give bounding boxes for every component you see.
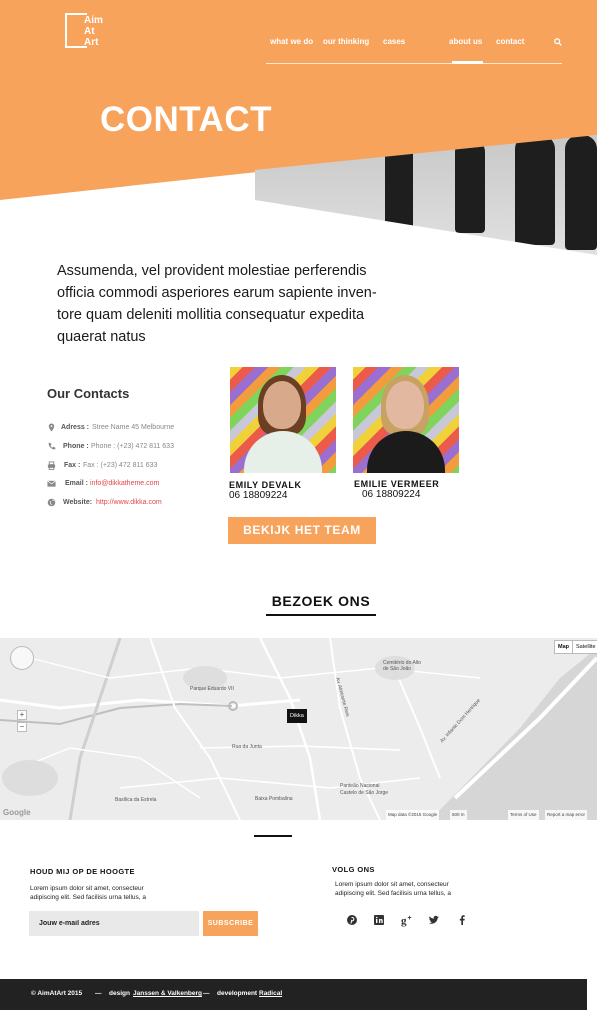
map-label: Castelo de São Jorge [340,790,389,796]
map-roads [0,638,597,820]
intro-text: Assumenda, vel provident molestiae perfe… [57,263,377,345]
team-name: EMILY DEVALK [229,480,302,490]
map-scale: 500 m [450,810,467,820]
design-credit-link[interactable]: Janssen & Valkenberg [133,990,202,997]
envelope-icon [47,480,56,487]
team-name: EMILIE VERMEER [354,479,440,489]
team-photo-emily-devalk [230,367,336,473]
design-label: design [109,990,130,997]
team-phone: 06 18809224 [362,489,421,500]
nav-active-indicator [452,61,483,64]
twitter-icon[interactable] [427,913,441,927]
follow-heading: VOLG ONS [332,865,375,874]
google-logo: Google [3,808,31,817]
map-label: Rua da Junta [232,744,262,750]
linkedin-icon[interactable] [372,913,386,927]
google-plus-icon[interactable]: g + [400,913,414,927]
nav-our-thinking[interactable]: our thinking [323,37,369,46]
nav-cases[interactable]: cases [383,37,405,46]
follow-text: Lorem ipsum dolor sit amet, consecteur a… [335,881,451,897]
view-team-button[interactable]: BEKIJK HET TEAM [228,517,376,544]
contacts-heading: Our Contacts [47,386,130,401]
location-map[interactable]: Parque Eduardo VII Cemitério do Alto de … [0,638,597,820]
map-label: Panteão Nacional [340,783,380,789]
location-pin-icon [48,423,55,432]
map-type-satellite-button[interactable]: Satellite [572,640,597,654]
map-label: Basílica da Estrela [115,797,157,803]
development-credit-link[interactable]: Radical [259,990,282,997]
map-terms-link[interactable]: Terms of Use [508,810,539,820]
footer-separator: — [203,990,210,997]
nav-contact[interactable]: contact [496,37,524,46]
map-zoom-in-button[interactable]: + [17,710,27,720]
map-type-map-button[interactable]: Map [554,640,573,654]
map-label: Baixa Pombalina [255,796,293,802]
visit-heading-underline [266,614,376,616]
map-label: Cemitério do Alto de São João [383,660,422,672]
footer-bar: © AimAtArt 2015 — design Janssen & Valke… [0,979,587,1010]
page-title: CONTACT [100,100,272,139]
pinterest-icon[interactable] [345,913,359,927]
map-data-attribution: Map data ©2015 Google [386,810,440,820]
visit-heading: BEZOEK ONS [271,593,371,609]
map-report-link[interactable]: Report a map error [545,810,588,820]
svg-text:g: g [401,915,407,927]
section-separator [254,835,292,837]
map-label: Parque Eduardo VII [190,686,234,692]
newsletter-heading: HOUD MIJ OP DE HOOGTE [30,867,135,876]
footer-separator: — [95,990,102,997]
search-icon[interactable] [554,38,562,46]
nav-about-us[interactable]: about us [449,37,482,46]
fax-icon [47,461,56,470]
nav-underline [266,63,562,64]
team-photo-emilie-vermeer [353,367,459,473]
email-field[interactable] [29,911,199,936]
team-phone: 06 18809224 [229,490,288,501]
hero-section: Aim At Art what we do our thinking cases… [0,0,597,260]
website-link[interactable]: http://www.dikka.com [96,499,162,506]
phone-icon [48,442,56,450]
subscribe-button[interactable]: SUBSCRIBE [203,911,258,936]
nav-what-we-do[interactable]: what we do [270,37,313,46]
globe-icon [47,498,56,507]
email-link[interactable]: info@dikkatheme.com [90,480,159,487]
newsletter-text: Lorem ipsum dolor sit amet, consecteur a… [30,885,146,901]
development-label: development [217,990,258,997]
map-zoom-out-button[interactable]: − [17,722,27,732]
svg-text:+: + [408,915,412,922]
aimatart-logo[interactable]: Aim At Art [65,13,111,51]
map-marker[interactable]: Dikka [287,709,307,723]
copyright: © AimAtArt 2015 [31,990,83,997]
map-pan-control[interactable] [10,646,34,670]
facebook-icon[interactable] [455,913,469,927]
